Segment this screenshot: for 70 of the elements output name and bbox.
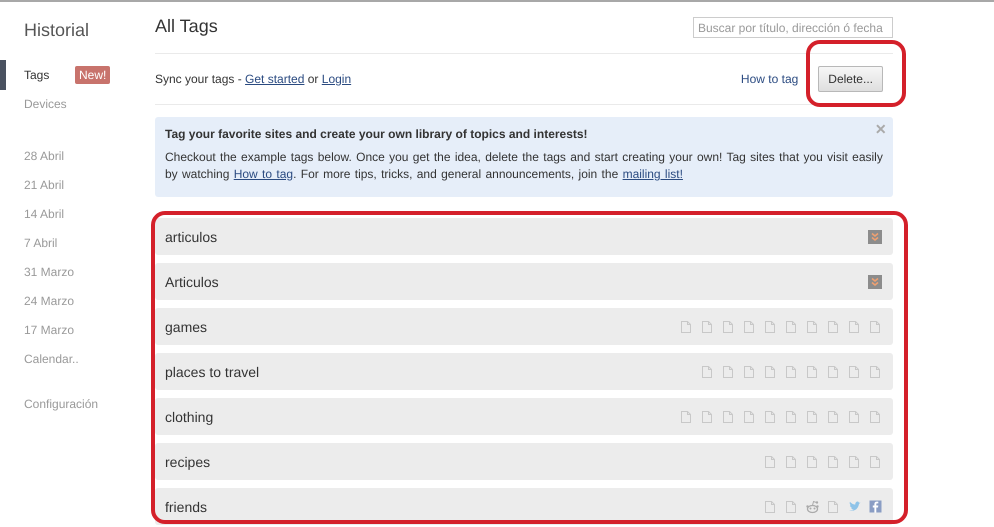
tag-row[interactable]: clothing (155, 398, 893, 435)
page-icon[interactable] (848, 410, 861, 424)
banner-heading: Tag your favorite sites and create your own library of topics and interests! (165, 127, 589, 141)
get-started-link[interactable]: Get started (245, 72, 304, 86)
tag-name: friends (165, 498, 208, 514)
page-icon[interactable] (680, 320, 693, 334)
page-icon[interactable] (785, 500, 798, 514)
page-icon[interactable] (848, 454, 861, 468)
page-icon[interactable] (848, 320, 861, 334)
page-icon[interactable] (680, 410, 693, 424)
page-icon[interactable] (701, 364, 714, 378)
alien-icon[interactable] (806, 500, 819, 514)
page-icon[interactable] (764, 410, 777, 424)
banner-link[interactable]: mailing list! (622, 167, 683, 181)
page-icon[interactable] (869, 364, 882, 378)
page-icon[interactable] (806, 410, 819, 424)
page-icon[interactable] (764, 364, 777, 378)
page-icon[interactable] (785, 454, 798, 468)
page-icon[interactable] (722, 364, 735, 378)
tag-name: clothing (165, 408, 214, 424)
page-icon[interactable] (785, 320, 798, 334)
page-icon[interactable] (827, 500, 840, 514)
page-icon[interactable] (701, 410, 714, 424)
sidebar-item[interactable]: Tags (24, 68, 75, 82)
page-icon[interactable] (701, 320, 714, 334)
page-icon[interactable] (806, 320, 819, 334)
page-icon[interactable] (722, 410, 735, 424)
page-icon[interactable] (827, 410, 840, 424)
tag-name: places to travel (165, 364, 260, 380)
page-icon[interactable] (743, 410, 756, 424)
tag-row[interactable]: recipes (155, 443, 893, 480)
delete-button[interactable]: Delete... (818, 66, 883, 92)
page-icon[interactable] (869, 410, 882, 424)
sync-text: Sync your tags - Get started or Login (155, 72, 352, 86)
banner-text: Checkout the example tags below. Once you get the idea, delete the tags and start creating your own! Tag sites that you visit easily by watching How to tag. For more tips, tricks, and general announcements, join the mailing list! (165, 149, 883, 183)
page-icon[interactable] (869, 320, 882, 334)
page-icon[interactable] (806, 364, 819, 378)
page-icon[interactable] (827, 454, 840, 468)
page-icon[interactable] (827, 320, 840, 334)
page-icon[interactable] (785, 364, 798, 378)
bird-icon[interactable] (848, 500, 861, 514)
tag-name: Articulos (165, 274, 219, 290)
page-icon[interactable] (764, 320, 777, 334)
page-icon[interactable] (743, 320, 756, 334)
page-icon[interactable] (764, 500, 777, 514)
login-link[interactable]: Login (322, 72, 352, 86)
expand-icon[interactable] (868, 274, 882, 288)
page-icon[interactable] (743, 364, 756, 378)
page-icon[interactable] (764, 454, 777, 468)
page-icon[interactable] (785, 410, 798, 424)
page-icon[interactable] (722, 320, 735, 334)
new-badge: New! (75, 66, 110, 84)
banner-link[interactable]: How to tag (234, 167, 294, 181)
tag-row[interactable]: articulos (155, 218, 893, 255)
tag-name: recipes (165, 454, 210, 470)
page-icon[interactable] (848, 364, 861, 378)
tag-name: articulos (165, 228, 218, 244)
tag-row[interactable]: Articulos (155, 263, 893, 300)
expand-icon[interactable] (868, 230, 882, 244)
search-field[interactable]: Buscar por título, dirección ó fecha (693, 17, 893, 38)
tag-row[interactable]: games (155, 308, 893, 345)
how-to-tag-link[interactable]: How to tag (740, 72, 798, 86)
sidebar-title: Historial (23, 20, 90, 42)
page-icon[interactable] (806, 454, 819, 468)
page-icon[interactable] (827, 364, 840, 378)
tag-name: games (165, 318, 208, 334)
page-icon[interactable] (869, 454, 882, 468)
tag-row[interactable]: places to travel (155, 353, 893, 390)
page-title: All Tags (155, 16, 218, 38)
facebook-icon[interactable] (869, 500, 882, 514)
